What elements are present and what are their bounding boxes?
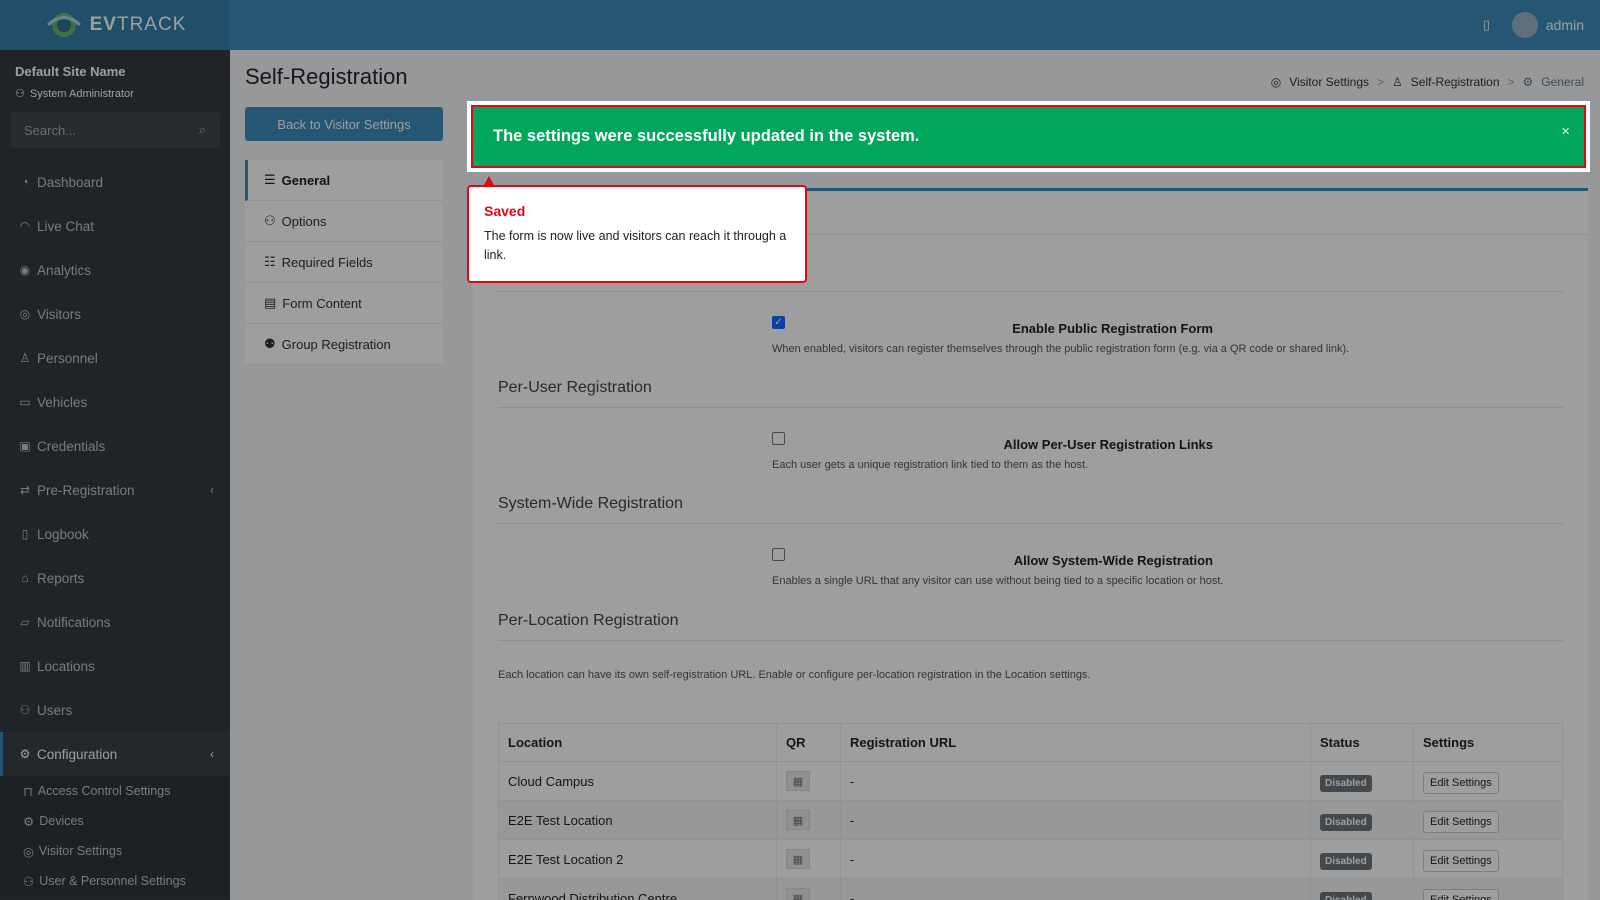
overlay-dim (0, 0, 1600, 50)
callout-pointer (484, 176, 494, 185)
toast-message: The settings were successfully updated i… (493, 127, 920, 145)
success-toast: The settings were successfully updated i… (471, 105, 1586, 168)
overlay-dim (0, 50, 230, 900)
overlay-dim (230, 50, 1600, 900)
callout-title: Saved (484, 203, 526, 219)
callout-body: The form is now live and visitors can re… (484, 229, 787, 262)
close-icon[interactable]: × (1561, 123, 1570, 140)
tour-callout: Saved The form is now live and visitors … (467, 185, 807, 283)
success-toast-highlight: The settings were successfully updated i… (467, 101, 1590, 172)
